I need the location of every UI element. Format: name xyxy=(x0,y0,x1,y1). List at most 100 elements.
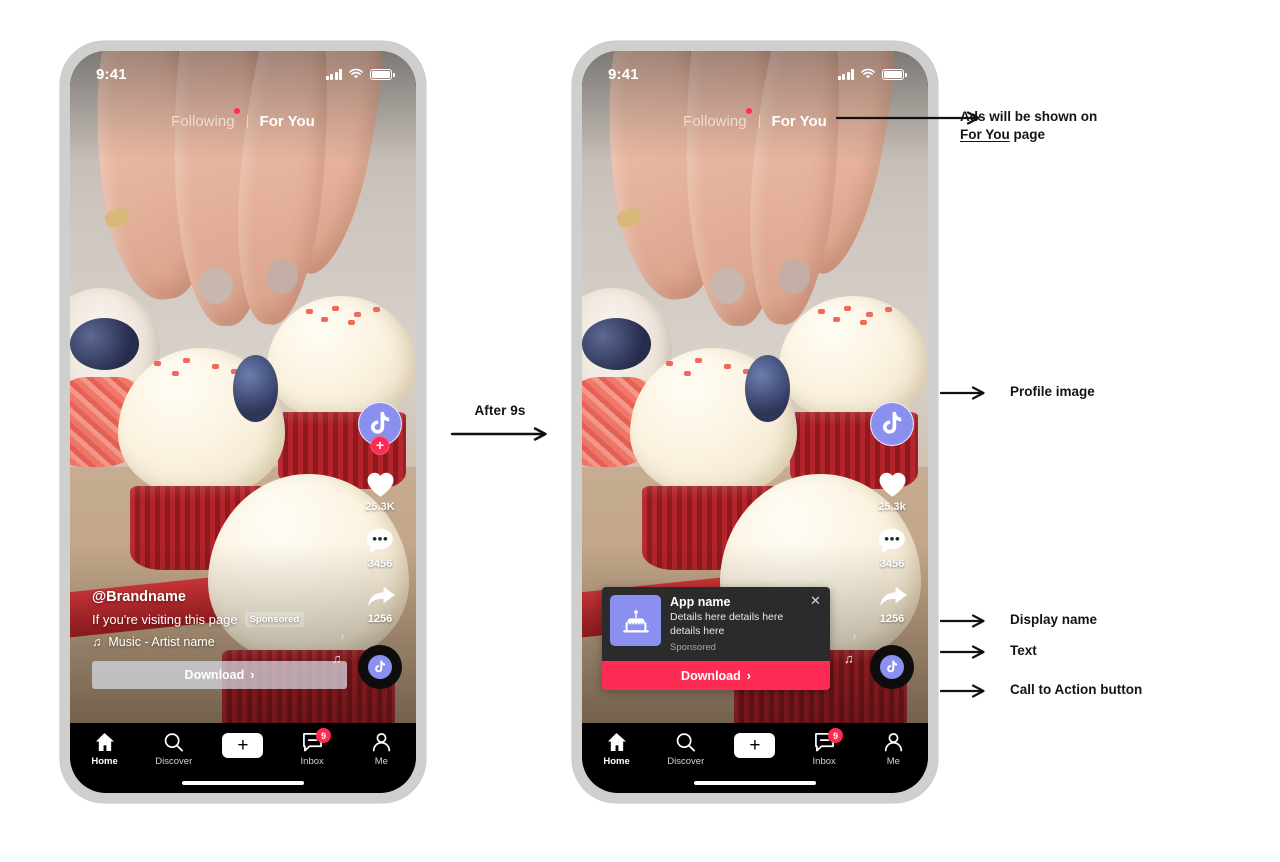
wifi-icon xyxy=(861,68,875,79)
home-indicator xyxy=(694,781,816,785)
ad-card-text: App name Details here details here detai… xyxy=(670,595,822,653)
tab-for-you[interactable]: For You xyxy=(772,113,827,130)
nav-label-me: Me xyxy=(374,756,388,767)
sponsored-badge: Sponsored xyxy=(244,612,305,627)
comment-button[interactable]: 3456 xyxy=(365,527,395,570)
cellular-bars-icon xyxy=(325,69,342,80)
close-icon[interactable]: ✕ xyxy=(809,594,822,607)
nav-item-me[interactable]: Me xyxy=(351,732,411,767)
annotation-underlined-term: For You xyxy=(960,126,1010,142)
annotation-profile-image: Profile image xyxy=(940,383,1095,401)
status-bar: 9:41 xyxy=(582,51,928,91)
person-icon xyxy=(884,733,903,752)
wifi-icon xyxy=(349,68,363,79)
nav-item-home[interactable]: Home xyxy=(587,732,647,767)
annotation-text: Call to Action button xyxy=(1010,682,1143,697)
chevron-right-icon: › xyxy=(250,668,255,682)
call-to-action-button[interactable]: Download › xyxy=(602,661,830,690)
music-note-icon: ♫ xyxy=(92,635,102,649)
annotation-cta-button: Call to Action button xyxy=(940,681,1142,699)
ad-card-body: App name Details here details here detai… xyxy=(602,587,830,661)
phone-screen-after: 9:41 Following For You 25.3k 3456 1256 ♪… xyxy=(582,51,928,793)
nav-item-discover[interactable]: Discover xyxy=(144,732,204,767)
share-button[interactable]: 1256 xyxy=(365,584,396,625)
status-clock: 9:41 xyxy=(96,65,127,83)
nav-item-inbox[interactable]: 9 Inbox xyxy=(794,728,854,767)
annotation-arrow-icon xyxy=(940,386,985,400)
share-count: 1256 xyxy=(367,613,393,625)
transition-annotation: After 9s xyxy=(440,403,560,446)
nav-item-inbox[interactable]: 9 Inbox xyxy=(282,728,342,767)
display-name[interactable]: @Brandname xyxy=(92,589,347,605)
create-button[interactable]: + xyxy=(730,733,780,758)
nav-item-discover[interactable]: Discover xyxy=(656,732,716,767)
nav-item-create[interactable]: + xyxy=(725,732,785,758)
annotation-arrow-icon xyxy=(940,645,985,659)
tab-divider xyxy=(758,115,760,128)
person-icon xyxy=(372,733,391,752)
comment-button[interactable]: 3456 xyxy=(877,527,907,570)
follow-plus-button[interactable]: + xyxy=(370,436,390,455)
nav-label-inbox: Inbox xyxy=(300,756,324,767)
phone-mockup-before: 9:41 Following For You + 25.3K 3456 1256… xyxy=(60,41,426,803)
inbox-badge: 9 xyxy=(316,728,332,743)
annotation-ads-shown: Ads will be shown on For You page xyxy=(940,108,1097,144)
share-button[interactable]: 1256 xyxy=(877,584,908,625)
nav-item-create[interactable]: + xyxy=(213,732,273,758)
nav-label-home: Home xyxy=(91,756,118,767)
like-count: 25.3k xyxy=(878,501,906,513)
comment-bubble-icon xyxy=(367,528,393,553)
comment-count: 3456 xyxy=(367,558,393,570)
plus-icon: + xyxy=(749,735,761,756)
live-dot-icon xyxy=(233,108,240,114)
share-count: 1256 xyxy=(879,613,905,625)
nav-label-me: Me xyxy=(886,756,900,767)
annotation-arrow-icon xyxy=(940,684,985,698)
birthday-cake-icon xyxy=(610,595,661,647)
nav-label-discover: Discover xyxy=(155,756,193,767)
cta-label: Download xyxy=(681,668,741,683)
annotation-text: Display name xyxy=(1010,612,1098,627)
cellular-bars-icon xyxy=(837,69,854,80)
live-dot-icon xyxy=(745,108,752,114)
tab-following-label: Following xyxy=(171,113,235,130)
tab-divider xyxy=(246,115,248,128)
nav-item-me[interactable]: Me xyxy=(863,732,923,767)
bottom-nav: Home Discover + 9 Inbox Me xyxy=(70,723,416,793)
ad-description-text: Details here details here details here xyxy=(670,611,784,638)
music-disc-button[interactable]: ♪ ♫ xyxy=(332,631,402,689)
annotation-text: Profile image xyxy=(1010,384,1095,399)
music-disc-button[interactable]: ♪ ♫ xyxy=(844,631,914,689)
status-bar: 9:41 xyxy=(70,51,416,91)
battery-full-icon xyxy=(370,69,395,80)
like-button[interactable]: 25.3K xyxy=(365,470,396,513)
comment-bubble-icon xyxy=(879,528,905,553)
music-disc-icon xyxy=(358,645,402,689)
annotation-display-name: Display name xyxy=(940,611,1097,629)
create-button[interactable]: + xyxy=(218,733,268,758)
action-rail: 25.3k 3456 1256 ♪ ♫ xyxy=(844,402,914,689)
search-icon xyxy=(165,733,184,752)
nav-label-inbox: Inbox xyxy=(812,756,836,767)
tab-following[interactable]: Following xyxy=(683,108,752,130)
nav-item-home[interactable]: Home xyxy=(75,732,135,767)
annotation-text: Ads will be shown on For You page xyxy=(960,108,1097,144)
like-button[interactable]: 25.3k xyxy=(877,470,908,513)
tab-for-you[interactable]: For You xyxy=(260,113,315,130)
caption-text: If you're visiting this page xyxy=(92,612,238,627)
music-row[interactable]: ♫ Music - Artist name xyxy=(92,635,347,649)
annotation-line-1: Ads will be shown on xyxy=(960,109,1098,124)
search-icon xyxy=(677,733,696,752)
music-label: Music - Artist name xyxy=(108,635,215,649)
nav-label-discover: Discover xyxy=(667,756,705,767)
tab-following[interactable]: Following xyxy=(171,108,240,130)
share-arrow-icon xyxy=(367,586,395,606)
cta-button-inactive[interactable]: Download › xyxy=(92,661,347,689)
music-note-icon: ♫ xyxy=(844,651,854,666)
like-count: 25.3K xyxy=(365,501,395,513)
profile-avatar[interactable]: + xyxy=(358,402,402,455)
chevron-right-icon: › xyxy=(746,668,751,683)
phone-mockup-after: 9:41 Following For You 25.3k 3456 1256 ♪… xyxy=(572,41,938,803)
profile-avatar[interactable] xyxy=(870,402,914,446)
nav-label-home: Home xyxy=(603,756,630,767)
